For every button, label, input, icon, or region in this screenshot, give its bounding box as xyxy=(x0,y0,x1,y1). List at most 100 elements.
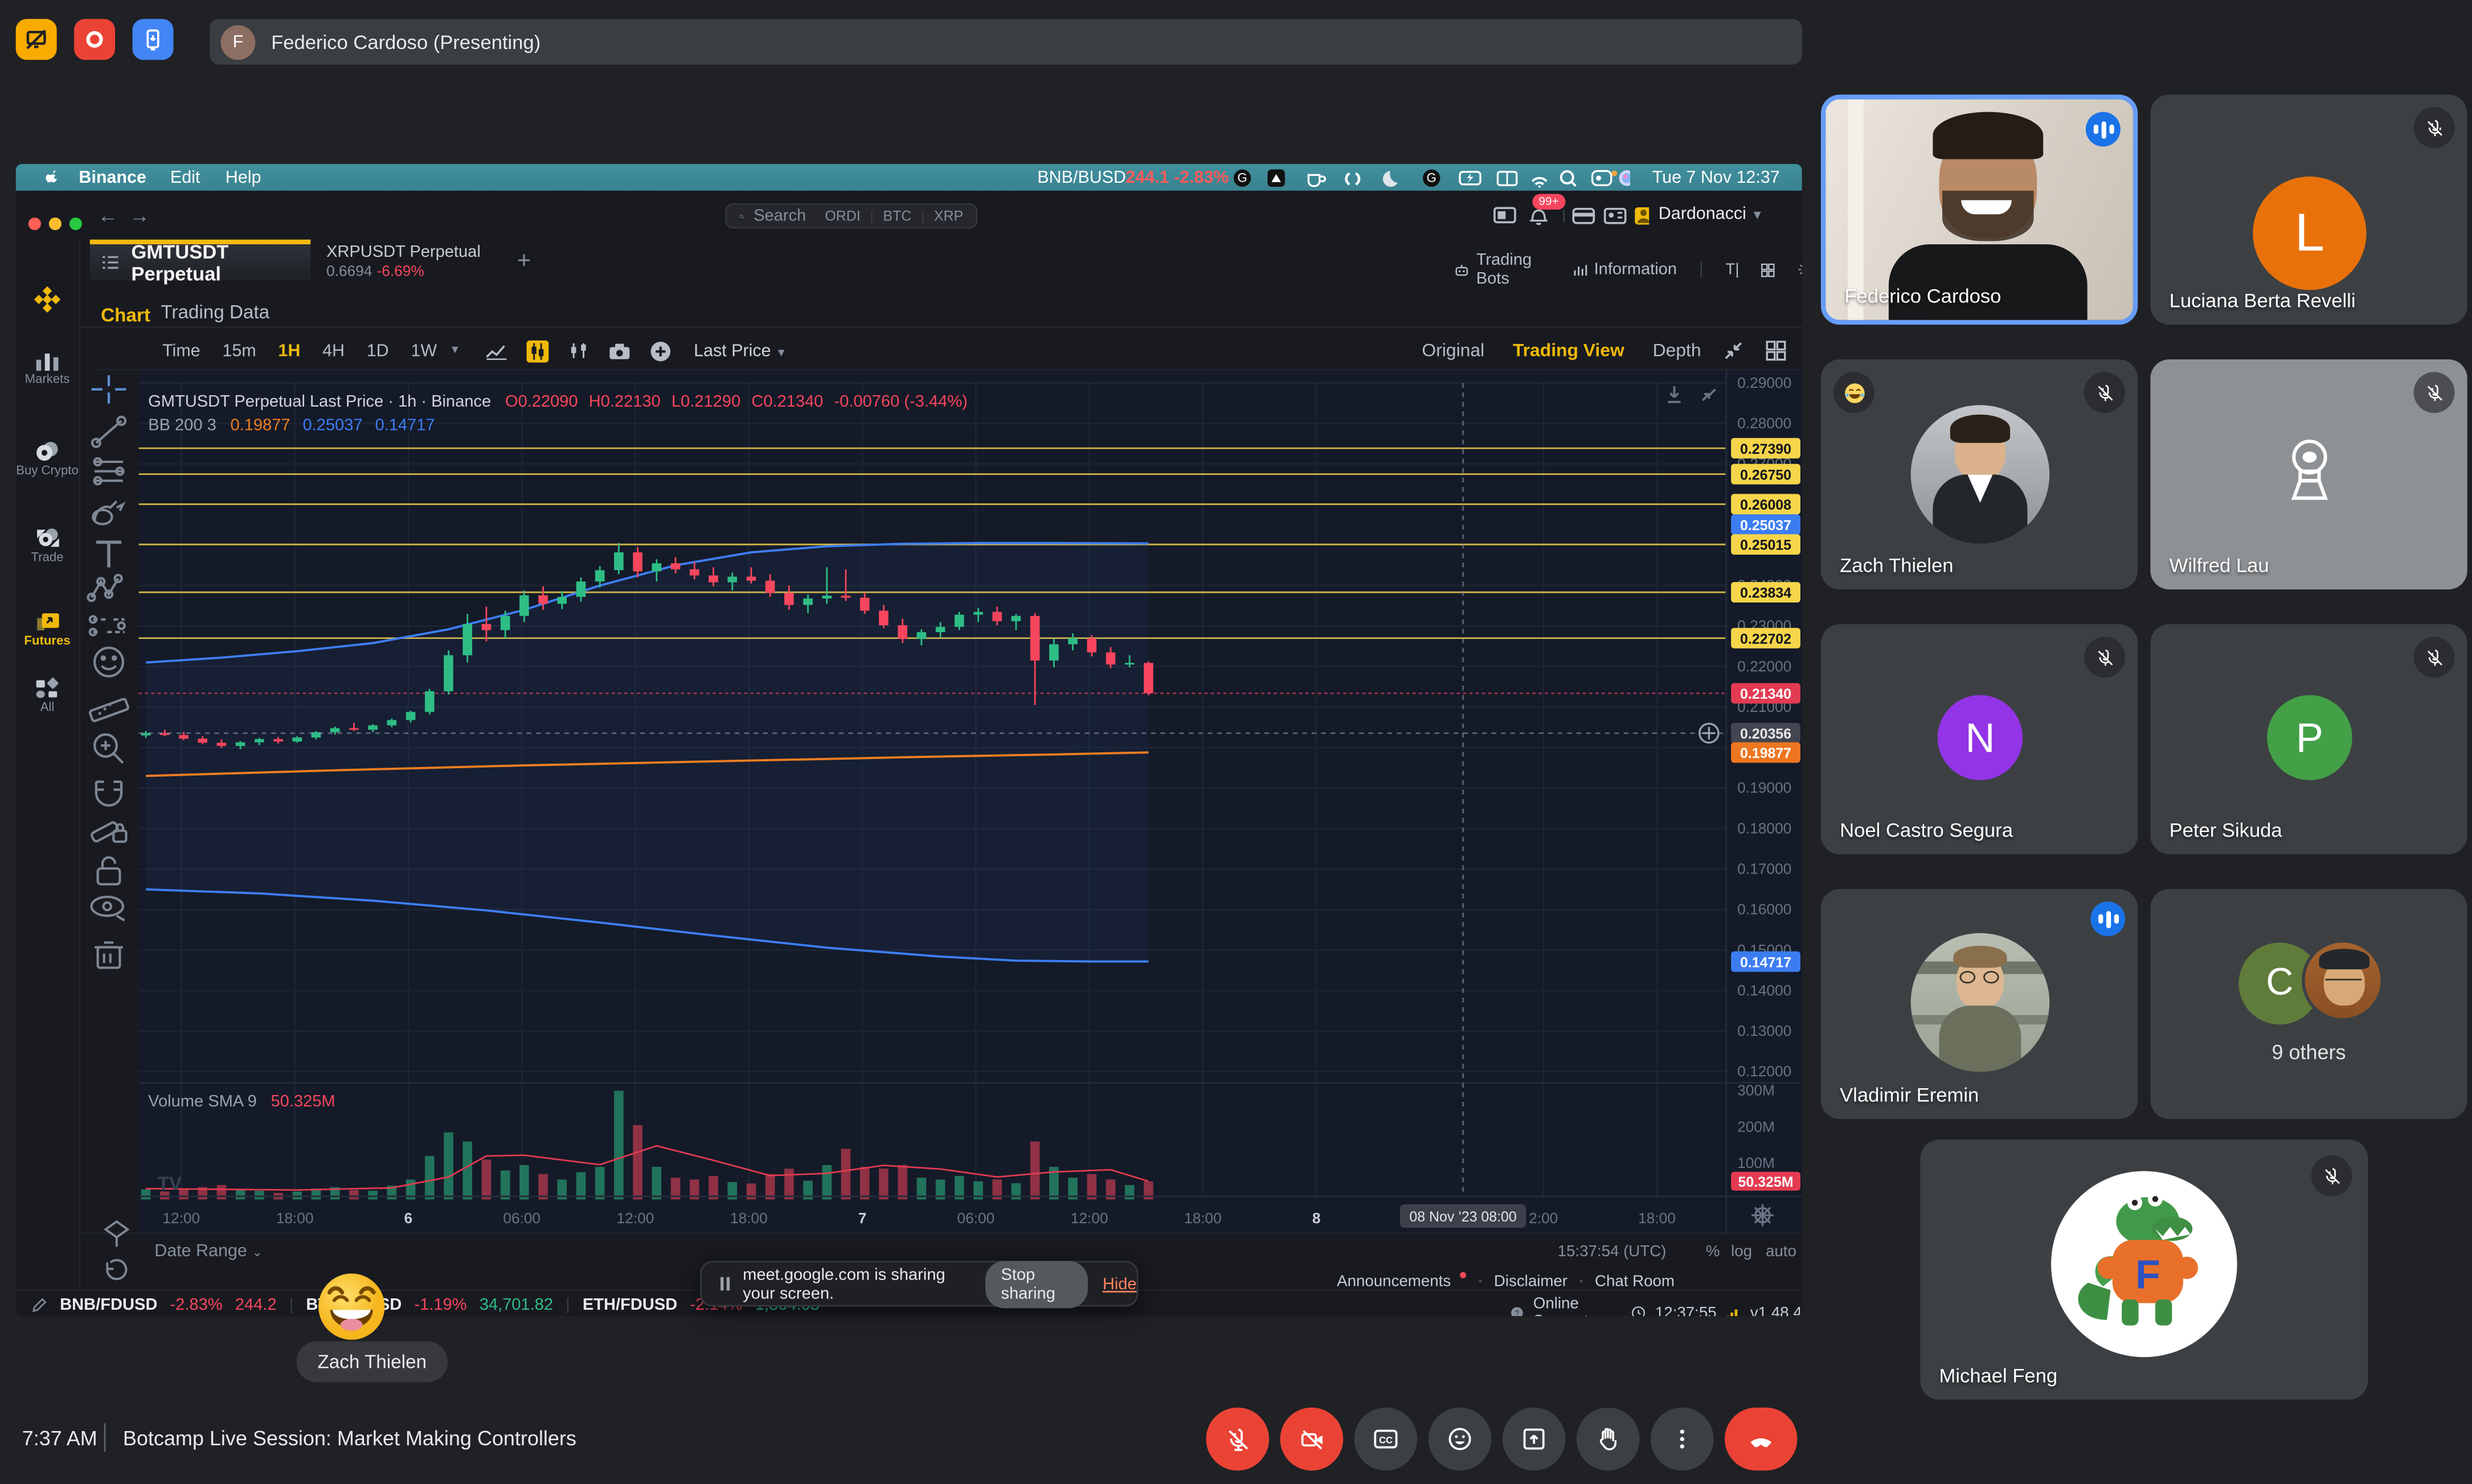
date-range-dropdown[interactable]: Date Range ⌄ xyxy=(154,1242,263,1261)
sidebar-item-buy-crypto[interactable]: Buy Crypto xyxy=(16,440,79,478)
menu-help[interactable]: Help xyxy=(226,168,261,187)
view-trading-view[interactable]: Trading View xyxy=(1513,341,1624,360)
search-input[interactable]: Search ORDI| BTC| XRP xyxy=(725,203,977,228)
mic-off-icon xyxy=(2424,117,2445,138)
account-menu[interactable]: Dardonacci ▼ xyxy=(1659,205,1763,224)
interval-time[interactable]: Time xyxy=(162,341,200,360)
sidebar-item-all[interactable]: All xyxy=(16,678,79,714)
svg-text:12:00: 12:00 xyxy=(162,1210,200,1227)
compare-icon[interactable] xyxy=(568,341,590,361)
online-support-link[interactable]: Online Support xyxy=(1533,1296,1623,1316)
present-button[interactable] xyxy=(1503,1408,1566,1471)
indicator-plus-icon[interactable] xyxy=(650,339,672,362)
meeting-clock: 7:37 AM xyxy=(22,1426,97,1450)
candlestick-style-icon[interactable] xyxy=(527,339,549,362)
svg-text:G: G xyxy=(1237,171,1247,185)
nav-back-button[interactable]: ← xyxy=(98,203,118,227)
svg-text:18:00: 18:00 xyxy=(1638,1210,1676,1227)
header-icon-strip[interactable] xyxy=(1491,202,1649,230)
svg-text:0.13000: 0.13000 xyxy=(1737,1022,1791,1039)
line-chart-icon[interactable] xyxy=(486,341,508,360)
tab-trading-data[interactable]: Trading Data xyxy=(161,301,269,323)
interval-1d[interactable]: 1D xyxy=(367,341,389,360)
camera-toggle-button[interactable] xyxy=(1280,1408,1344,1471)
view-depth[interactable]: Depth xyxy=(1653,341,1701,360)
sidebar-item-markets[interactable]: Markets xyxy=(16,350,79,386)
presenter-label: Federico Cardoso (Presenting) xyxy=(271,31,541,53)
log-scale-button[interactable]: log xyxy=(1731,1244,1752,1261)
information-link[interactable]: Information xyxy=(1594,260,1677,279)
interval-1h[interactable]: 1H xyxy=(278,341,300,360)
disclaimer-link[interactable]: Disclaimer xyxy=(1494,1273,1567,1290)
svg-text:0.22000: 0.22000 xyxy=(1737,658,1791,675)
svg-text:8: 8 xyxy=(1312,1210,1321,1227)
stop-sharing-button[interactable]: Stop sharing xyxy=(985,1260,1088,1307)
edit-ticker-icon[interactable] xyxy=(31,1297,47,1313)
hide-sharing-button[interactable]: Hide xyxy=(1103,1274,1137,1293)
search-tag-ordi[interactable]: ORDI xyxy=(825,208,860,224)
participant-tile-others[interactable]: C 9 others xyxy=(2150,889,2467,1119)
menu-binance[interactable]: Binance xyxy=(79,168,146,187)
svg-text:F: F xyxy=(2135,1252,2160,1297)
chart-side-buttons[interactable] xyxy=(95,1215,142,1288)
chat-room-link[interactable]: Chat Room xyxy=(1595,1273,1675,1290)
participant-name: Zach Thielen xyxy=(1840,555,1953,577)
mic-toggle-button[interactable] xyxy=(1206,1408,1269,1471)
trading-bots-link[interactable]: Trading Bots xyxy=(1476,251,1551,288)
tab-gmtusdt-perpetual[interactable]: GMTUSDT Perpetual xyxy=(90,240,311,281)
captions-button[interactable]: CC xyxy=(1354,1408,1418,1471)
interval-4h[interactable]: 4H xyxy=(322,341,345,360)
price-mode-dropdown[interactable]: Last Price ▼ xyxy=(694,341,787,360)
participant-tile-luciana[interactable]: L Luciana Berta Revelli xyxy=(2150,95,2467,325)
auto-scale-button[interactable]: auto xyxy=(1766,1244,1796,1261)
collapse-icon[interactable] xyxy=(1723,341,1744,361)
presenter-avatar: F xyxy=(221,24,256,59)
participant-tile-wilfred[interactable]: Wilfred Lau xyxy=(2150,359,2467,589)
end-call-button[interactable] xyxy=(1725,1408,1797,1471)
interval-15m[interactable]: 15m xyxy=(222,341,256,360)
svg-text:0.22702: 0.22702 xyxy=(1740,631,1791,647)
footer-status: ? Online Support 12:37:55 v1.48.4 xyxy=(1511,1296,1802,1316)
search-tag-xrp[interactable]: XRP xyxy=(934,208,963,224)
more-vert-icon xyxy=(1669,1426,1695,1452)
tab-xrpusdt-perpetual[interactable]: XRPUSDT Perpetual 0.6694 -6.69% xyxy=(326,243,481,280)
all-icon xyxy=(35,678,60,700)
interval-dropdown-caret[interactable]: ▼ xyxy=(449,345,460,356)
chart-corner-icons[interactable] xyxy=(1663,383,1726,405)
multi-layout-icon[interactable] xyxy=(1766,341,1786,361)
raise-hand-button[interactable] xyxy=(1577,1408,1640,1471)
signal-bars-icon xyxy=(1726,1306,1741,1316)
price-chart[interactable]: 0.290000.280000.270000.260000.250000.240… xyxy=(139,370,1802,1232)
more-options-button[interactable] xyxy=(1651,1408,1714,1471)
settings-gear-icon[interactable] xyxy=(1797,260,1802,279)
announcements-link[interactable]: Announcements xyxy=(1337,1273,1451,1290)
participant-tile-noel[interactable]: N Noel Castro Segura xyxy=(1821,624,2138,854)
interval-buttons[interactable]: Time 15m 1H 4H 1D 1W xyxy=(162,341,437,360)
drawing-toolbar[interactable] xyxy=(79,370,138,1206)
reactions-button[interactable] xyxy=(1429,1408,1492,1471)
participant-tile-vladimir[interactable]: Vladimir Eremin xyxy=(1821,889,2138,1119)
interval-1w[interactable]: 1W xyxy=(411,341,437,360)
record-button[interactable] xyxy=(74,19,115,60)
participant-tile-peter[interactable]: P Peter Sikuda xyxy=(2150,624,2467,854)
percent-scale-button[interactable]: % xyxy=(1706,1244,1720,1261)
layout-grid-icon[interactable] xyxy=(1761,261,1775,278)
menu-edit[interactable]: Edit xyxy=(170,168,200,187)
nav-forward-button[interactable]: → xyxy=(129,203,150,227)
participant-name: Luciana Berta Revelli xyxy=(2170,290,2356,312)
participant-tile-federico[interactable]: Federico Cardoso xyxy=(1821,95,2138,325)
camera-icon[interactable] xyxy=(609,341,631,360)
share-to-device-button[interactable] xyxy=(133,19,174,60)
sidebar-item-trade[interactable]: Trade xyxy=(16,526,79,564)
view-original[interactable]: Original xyxy=(1422,341,1484,360)
sidebar-item-futures[interactable]: Futures xyxy=(16,610,79,648)
view-switcher[interactable]: Original Trading View Depth xyxy=(1422,341,1701,360)
add-tab-button[interactable]: + xyxy=(517,248,531,274)
screenshare-blocked-button[interactable] xyxy=(16,19,57,60)
font-size-button[interactable]: T| xyxy=(1725,261,1739,278)
participant-tile-zach[interactable]: Zach Thielen xyxy=(1821,359,2138,589)
search-tag-btc[interactable]: BTC xyxy=(883,208,911,224)
participant-tile-michael[interactable]: F Michael Feng xyxy=(1920,1139,2368,1400)
companion-device-icon xyxy=(2273,435,2346,507)
tab-chart[interactable]: Chart xyxy=(101,301,150,330)
